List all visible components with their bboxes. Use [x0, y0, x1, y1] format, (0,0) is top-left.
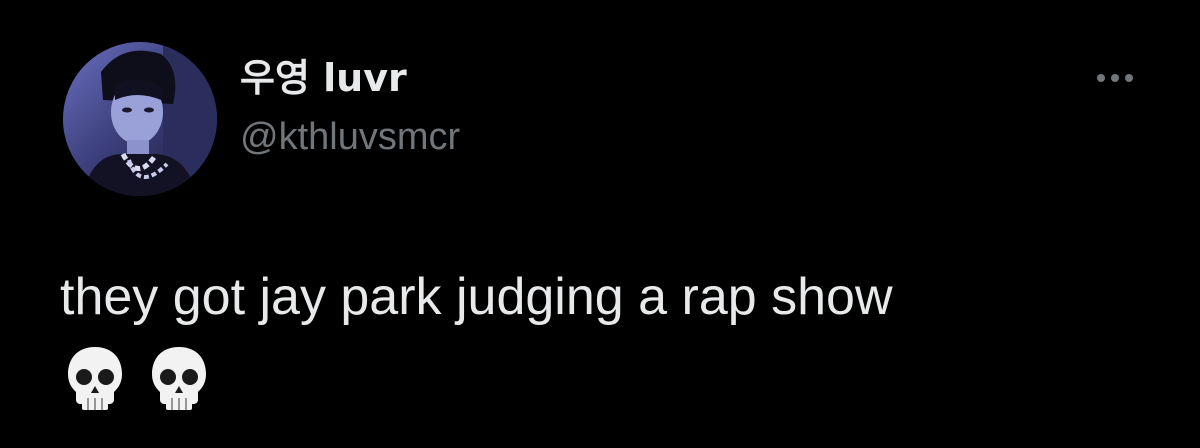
- skull-emoji-icon: [68, 347, 122, 410]
- author-handle[interactable]: @kthluvsmcr: [240, 112, 460, 162]
- author-display-name[interactable]: 우영 luvr: [240, 53, 407, 103]
- skull-emoji-icon: [152, 347, 206, 410]
- more-horizontal-icon: [1097, 74, 1133, 82]
- author-avatar[interactable]: [63, 42, 217, 196]
- avatar-photo: [63, 42, 217, 196]
- more-options-button[interactable]: [1090, 60, 1140, 96]
- tweet-card: 우영 luvr @kthluvsmcr they got jay park ju…: [0, 0, 1200, 448]
- tweet-emojis: [64, 344, 210, 412]
- tweet-text: they got jay park judging a rap show: [60, 268, 893, 326]
